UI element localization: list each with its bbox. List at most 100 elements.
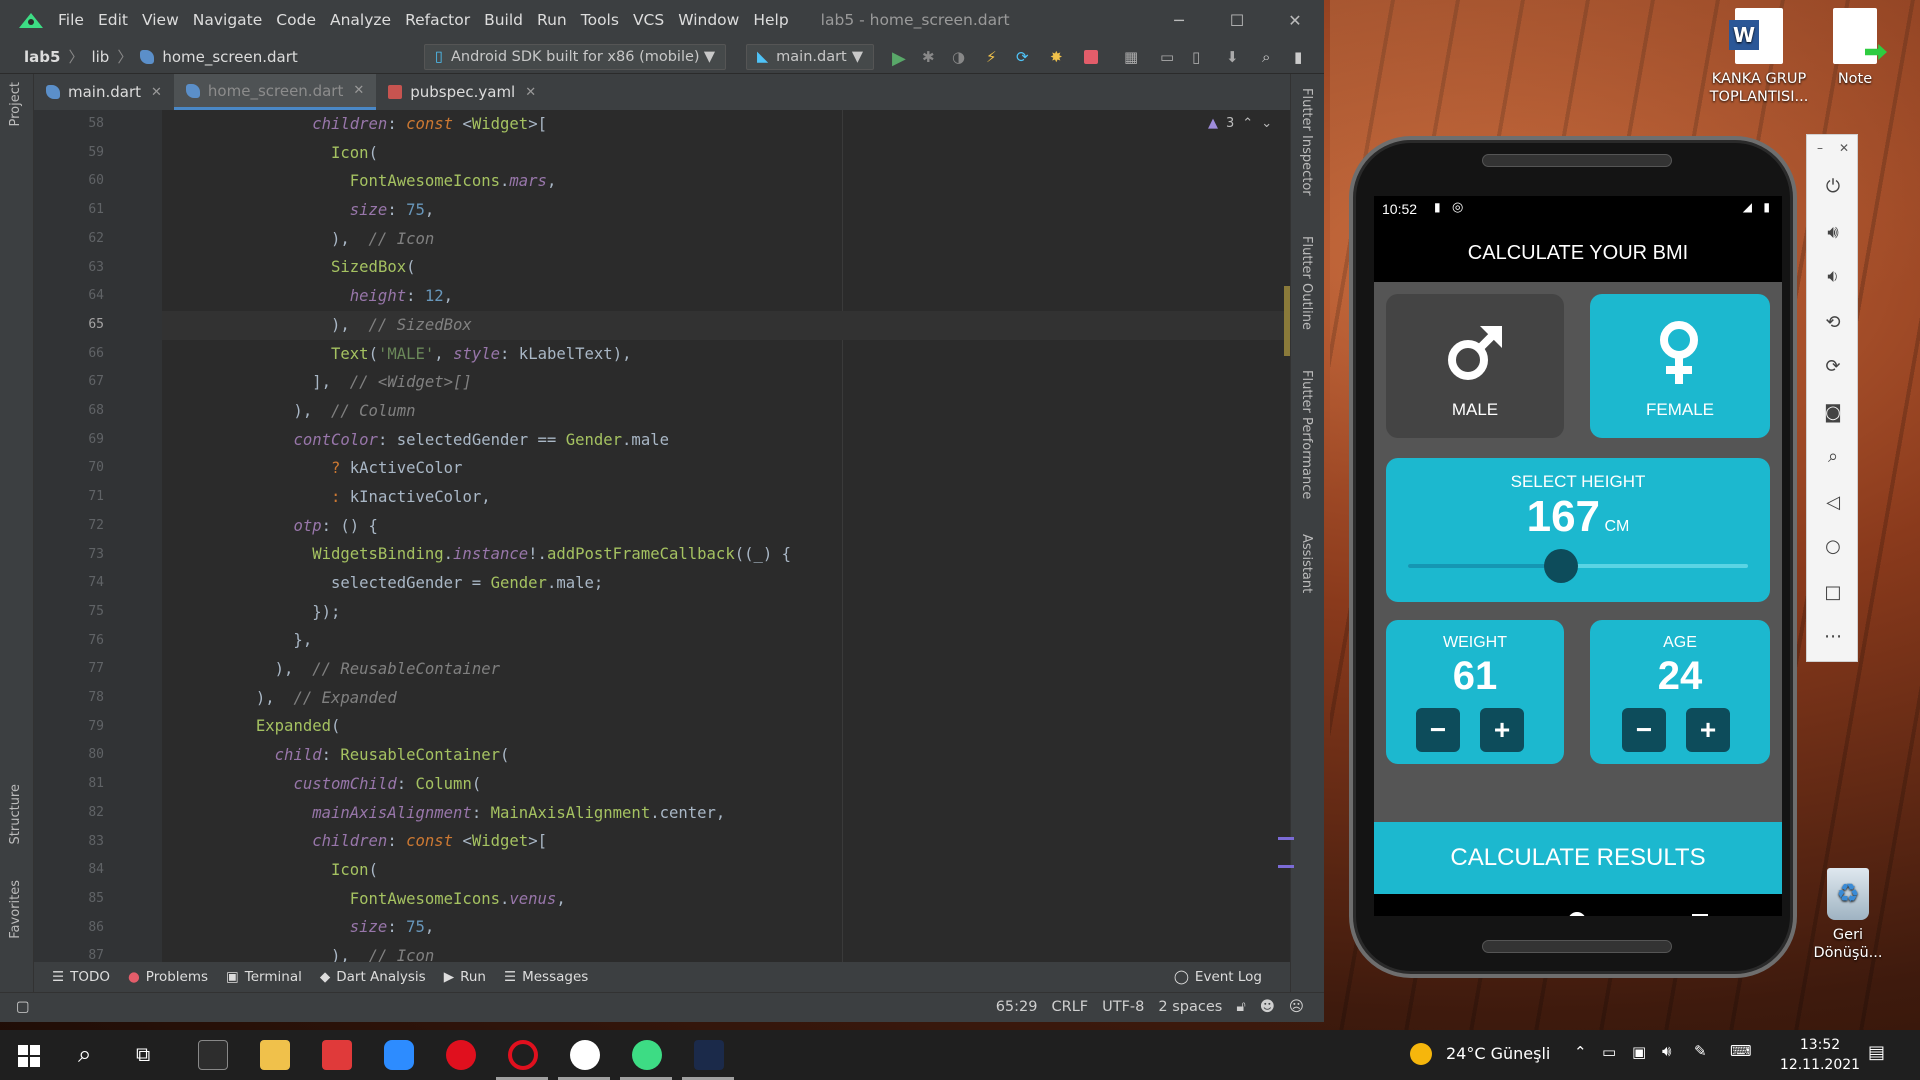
weather-sun-icon[interactable]	[1410, 1043, 1432, 1065]
office-app-icon[interactable]	[322, 1040, 352, 1070]
indent-setting[interactable]: 2 spaces	[1158, 999, 1222, 1015]
desktop-icon-word-doc[interactable]: W KANKA GRUP TOPLANTISI...	[1700, 8, 1818, 106]
line-number[interactable]: 70	[34, 454, 104, 483]
zoom-icon[interactable]: ⌕	[1821, 445, 1845, 469]
emulator-app-icon[interactable]	[694, 1040, 724, 1070]
overview-icon[interactable]: □	[1821, 581, 1845, 605]
maximize-icon[interactable]: ☐	[1208, 0, 1266, 40]
close-icon[interactable]: ✕	[353, 83, 364, 98]
line-number[interactable]: 81	[34, 770, 104, 799]
line-number[interactable]: 80	[34, 741, 104, 770]
menu-analyze[interactable]: Analyze	[330, 11, 391, 29]
panel-toggle-icon[interactable]: ▢	[16, 999, 30, 1015]
attach-debugger-icon[interactable]: ✸	[1050, 48, 1070, 66]
back-icon[interactable]: ◁	[1821, 491, 1845, 515]
scroll-thumb[interactable]	[1284, 286, 1290, 356]
line-number[interactable]: 72	[34, 512, 104, 541]
calculate-results-button[interactable]: CALCULATE RESULTS	[1374, 822, 1782, 894]
close-icon[interactable]: ✕	[1266, 0, 1324, 40]
line-number[interactable]: 64	[34, 282, 104, 311]
menu-view[interactable]: View	[142, 11, 179, 29]
line-number[interactable]: 78	[34, 684, 104, 713]
zoom-app-icon[interactable]	[384, 1040, 414, 1070]
volume-up-icon[interactable]: 🔊︎	[1821, 221, 1845, 245]
breadcrumb-folder[interactable]: lib	[91, 48, 109, 66]
line-number[interactable]: 68	[34, 397, 104, 426]
minimize-icon[interactable]: ─	[1150, 0, 1208, 40]
file-encoding[interactable]: UTF-8	[1102, 999, 1144, 1015]
menu-edit[interactable]: Edit	[98, 11, 128, 29]
warning-indicator[interactable]: ▲ 3 ⌃ ⌄	[1208, 116, 1272, 131]
menu-help[interactable]: Help	[753, 11, 788, 29]
debug-icon[interactable]: ✱	[922, 48, 942, 66]
tool-tab-assistant[interactable]: Assistant	[1299, 534, 1314, 593]
breadcrumb-project[interactable]: lab5	[24, 48, 60, 66]
tool-run[interactable]: ▶ Run	[444, 969, 486, 985]
line-number[interactable]: 83	[34, 828, 104, 857]
caret-position[interactable]: 65:29	[996, 999, 1038, 1015]
line-number[interactable]: 75	[34, 598, 104, 627]
age-decrement-button[interactable]: −	[1622, 708, 1666, 752]
minimize-icon[interactable]: –	[1817, 141, 1823, 155]
tool-tab-flutter-outline[interactable]: Flutter Outline	[1299, 236, 1314, 330]
stop-icon[interactable]	[1084, 50, 1098, 64]
weight-decrement-button[interactable]: −	[1416, 708, 1460, 752]
hot-reload-icon[interactable]: ⚡	[986, 48, 1006, 66]
tool-event-log[interactable]: ◯ Event Log	[1174, 969, 1262, 985]
line-number[interactable]: 76	[34, 627, 104, 656]
height-slider-thumb[interactable]	[1544, 549, 1578, 583]
weather-text[interactable]: 24°C Güneşli	[1446, 1044, 1550, 1063]
desktop-icon-recycle-bin[interactable]: ♻ Geri Dönüşü...	[1808, 868, 1888, 962]
tool-messages[interactable]: ☰ Messages	[504, 969, 588, 985]
lock-icon[interactable]: 🔓︎	[1236, 999, 1245, 1015]
desktop-icon-note[interactable]: Note	[1820, 8, 1890, 88]
terminal-app-icon[interactable]	[198, 1040, 228, 1070]
menu-vcs[interactable]: VCS	[633, 11, 664, 29]
line-number[interactable]: 60	[34, 167, 104, 196]
back-icon[interactable]: ◀	[1446, 912, 1461, 916]
home-icon[interactable]	[1568, 912, 1586, 916]
avatar[interactable]: ▮	[1294, 48, 1314, 66]
menu-refactor[interactable]: Refactor	[405, 11, 470, 29]
opera-icon[interactable]	[446, 1040, 476, 1070]
home-icon[interactable]: ○	[1821, 535, 1845, 559]
recents-icon[interactable]	[1692, 914, 1708, 916]
power-icon[interactable]: ⏻	[1821, 175, 1845, 199]
line-number[interactable]: 59	[34, 139, 104, 168]
word-app-icon[interactable]	[570, 1040, 600, 1070]
tool-dart-analysis[interactable]: ◆ Dart Analysis	[320, 969, 426, 985]
device-selector[interactable]: ▯ Android SDK built for x86 (mobile) ▼	[424, 44, 726, 70]
tray-chevron-up-icon[interactable]: ⌃	[1574, 1043, 1587, 1061]
line-number[interactable]: 74	[34, 569, 104, 598]
inspector-face-icon[interactable]: ☻	[1260, 999, 1275, 1015]
menu-tools[interactable]: Tools	[581, 11, 619, 29]
tool-tab-structure[interactable]: Structure	[8, 784, 23, 844]
error-stripe-mark[interactable]	[1278, 837, 1294, 840]
line-number[interactable]: 86	[34, 914, 104, 943]
line-number[interactable]: 65	[34, 311, 104, 340]
menu-window[interactable]: Window	[678, 11, 739, 29]
pen-icon[interactable]: ✎	[1694, 1042, 1707, 1060]
tab-pubspec-yaml[interactable]: pubspec.yaml ✕	[376, 74, 548, 110]
keyboard-icon[interactable]: ⌨	[1730, 1042, 1752, 1060]
line-number[interactable]: 62	[34, 225, 104, 254]
line-number[interactable]: 66	[34, 340, 104, 369]
line-number[interactable]: 82	[34, 799, 104, 828]
menu-file[interactable]: File	[58, 11, 84, 29]
chevron-down-icon[interactable]: ⌄	[1261, 116, 1272, 131]
line-number[interactable]: 58	[34, 110, 104, 139]
file-explorer-icon[interactable]	[260, 1040, 290, 1070]
battery-icon[interactable]: ▭	[1602, 1043, 1616, 1061]
project-structure-icon[interactable]: ▦	[1124, 48, 1144, 66]
rotate-left-icon[interactable]: ⟲	[1821, 311, 1845, 335]
task-view-icon[interactable]: ⧉	[136, 1042, 150, 1066]
search-icon[interactable]: ⌕	[1262, 48, 1282, 66]
menu-code[interactable]: Code	[276, 11, 316, 29]
tab-home-screen-dart[interactable]: home_screen.dart ✕	[173, 74, 377, 110]
tool-problems[interactable]: ● Problems	[128, 969, 208, 985]
tool-todo[interactable]: ☰ TODO	[52, 969, 110, 985]
run-config-selector[interactable]: ◣ main.dart ▼	[746, 44, 874, 70]
close-icon[interactable]: ✕	[151, 85, 162, 100]
female-card[interactable]: FEMALE	[1590, 294, 1770, 438]
male-card[interactable]: MALE	[1386, 294, 1564, 438]
